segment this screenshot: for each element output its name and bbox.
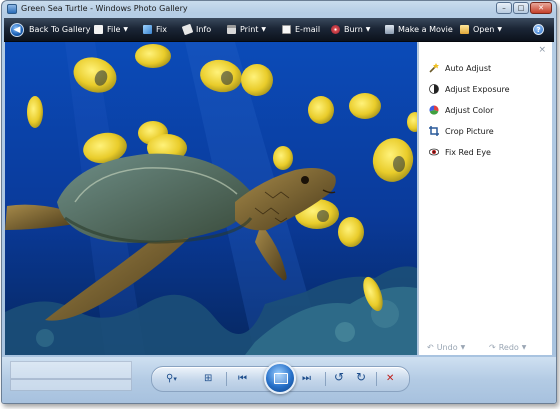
slide-show-button[interactable]: [264, 362, 296, 394]
slide-show-icon: [274, 373, 288, 384]
photo-viewer[interactable]: [5, 42, 417, 355]
chevron-down-icon: ▾: [173, 375, 177, 383]
fix-label: Fix: [156, 25, 167, 34]
rotate-counterclockwise-button[interactable]: ↺: [334, 370, 344, 384]
fix-icon: [143, 25, 152, 34]
chevron-down-icon: ▼: [521, 344, 527, 351]
help-button[interactable]: ?: [533, 18, 544, 41]
adjust-color-button[interactable]: Adjust Color: [429, 105, 493, 115]
next-icon: ⏭: [302, 373, 311, 384]
actual-size-button[interactable]: ⊞: [204, 372, 212, 386]
fix-pane: × Auto Adjust Adjust Exposure Adjust Col…: [418, 42, 552, 355]
divider: [226, 372, 227, 386]
make-a-movie-label: Make a Movie: [398, 25, 453, 34]
window-title: Green Sea Turtle - Windows Photo Gallery: [21, 4, 188, 13]
reflection-overlay: [10, 379, 132, 391]
divider: [325, 372, 326, 386]
make-a-movie-button[interactable]: Make a Movie: [385, 18, 453, 41]
undo-icon: ↶: [427, 343, 434, 352]
disc-icon: [331, 25, 340, 34]
email-label: E-mail: [295, 25, 321, 34]
open-label: Open: [473, 25, 495, 34]
help-icon: ?: [533, 24, 544, 35]
file-menu[interactable]: File ▼: [94, 18, 128, 41]
auto-adjust-button[interactable]: Auto Adjust: [429, 63, 491, 73]
email-button[interactable]: E-mail: [282, 18, 320, 41]
zoom-button[interactable]: ⚲▾: [166, 372, 177, 386]
chevron-down-icon: ▼: [261, 26, 267, 33]
magic-wand-icon: [429, 63, 439, 73]
chevron-down-icon: ▼: [497, 26, 502, 33]
command-bar: ◀ Back To Gallery File ▼ Fix Info Print …: [4, 18, 554, 42]
info-button[interactable]: Info: [181, 18, 212, 41]
info-label: Info: [196, 25, 212, 34]
window-controls: – □ ✕: [495, 2, 552, 14]
color-wheel-icon: [429, 105, 439, 115]
reflection-overlay: [10, 361, 132, 379]
delete-icon: ✕: [386, 373, 395, 384]
chevron-down-icon: ▼: [460, 344, 466, 351]
sea-turtle-photo: [5, 42, 417, 355]
fix-button[interactable]: Fix: [143, 18, 167, 41]
burn-label: Burn: [344, 25, 363, 34]
navigation-controls: ⚲▾ ⊞ ⏮ ⏭ ↺ ↻ ✕: [151, 362, 410, 394]
rotate-cw-icon: ↻: [356, 370, 367, 384]
crop-picture-button[interactable]: Crop Picture: [429, 126, 494, 136]
rotate-clockwise-button[interactable]: ↻: [356, 370, 366, 384]
envelope-icon: [282, 25, 291, 34]
print-label: Print: [240, 25, 259, 34]
burn-menu[interactable]: Burn ▼: [331, 18, 370, 41]
redo-button[interactable]: ↷ Redo ▼: [489, 343, 526, 352]
fix-red-eye-button[interactable]: Fix Red Eye: [429, 147, 491, 157]
file-icon: [94, 25, 103, 34]
film-icon: [385, 25, 394, 34]
app-icon: [7, 4, 17, 14]
crop-icon: [429, 126, 439, 136]
next-button[interactable]: ⏭: [302, 372, 311, 386]
exposure-icon: [429, 84, 439, 94]
adjust-color-label: Adjust Color: [445, 105, 494, 115]
rotate-ccw-icon: ↺: [334, 370, 345, 384]
file-menu-label: File: [107, 25, 121, 34]
open-menu[interactable]: Open ▼: [460, 18, 502, 41]
redo-icon: ↷: [489, 343, 496, 352]
divider: [376, 372, 377, 386]
undo-button[interactable]: ↶ Undo ▼: [427, 343, 465, 352]
delete-button[interactable]: ✕: [386, 372, 394, 386]
adjust-exposure-button[interactable]: Adjust Exposure: [429, 84, 510, 94]
back-to-gallery-label: Back To Gallery: [29, 25, 91, 34]
undo-label: Undo: [436, 343, 458, 352]
back-to-gallery-button[interactable]: ◀ Back To Gallery: [10, 18, 90, 41]
previous-icon: ⏮: [238, 373, 247, 384]
printer-icon: [227, 25, 236, 34]
print-menu[interactable]: Print ▼: [227, 18, 266, 41]
adjust-exposure-label: Adjust Exposure: [445, 84, 510, 94]
close-pane-icon[interactable]: ×: [538, 45, 546, 55]
redo-label: Redo: [498, 343, 519, 352]
auto-adjust-label: Auto Adjust: [445, 63, 492, 73]
folder-icon: [460, 25, 469, 34]
chevron-down-icon: ▼: [123, 26, 129, 33]
chevron-down-icon: ▼: [365, 26, 371, 33]
playback-control-bar: ⚲▾ ⊞ ⏮ ⏭ ↺ ↻ ✕: [2, 357, 556, 403]
title-bar[interactable]: Green Sea Turtle - Windows Photo Gallery…: [2, 1, 556, 18]
info-tag-icon: [181, 23, 194, 36]
actual-size-icon: ⊞: [204, 373, 213, 384]
previous-button[interactable]: ⏮: [238, 372, 247, 386]
back-arrow-icon: ◀: [10, 22, 24, 37]
crop-picture-label: Crop Picture: [445, 126, 494, 136]
maximize-button[interactable]: □: [513, 2, 529, 14]
eye-icon: [429, 148, 439, 156]
minimize-button[interactable]: –: [496, 2, 512, 14]
fix-red-eye-label: Fix Red Eye: [445, 147, 491, 157]
close-button[interactable]: ✕: [530, 2, 552, 14]
app-window: Green Sea Turtle - Windows Photo Gallery…: [1, 0, 557, 404]
